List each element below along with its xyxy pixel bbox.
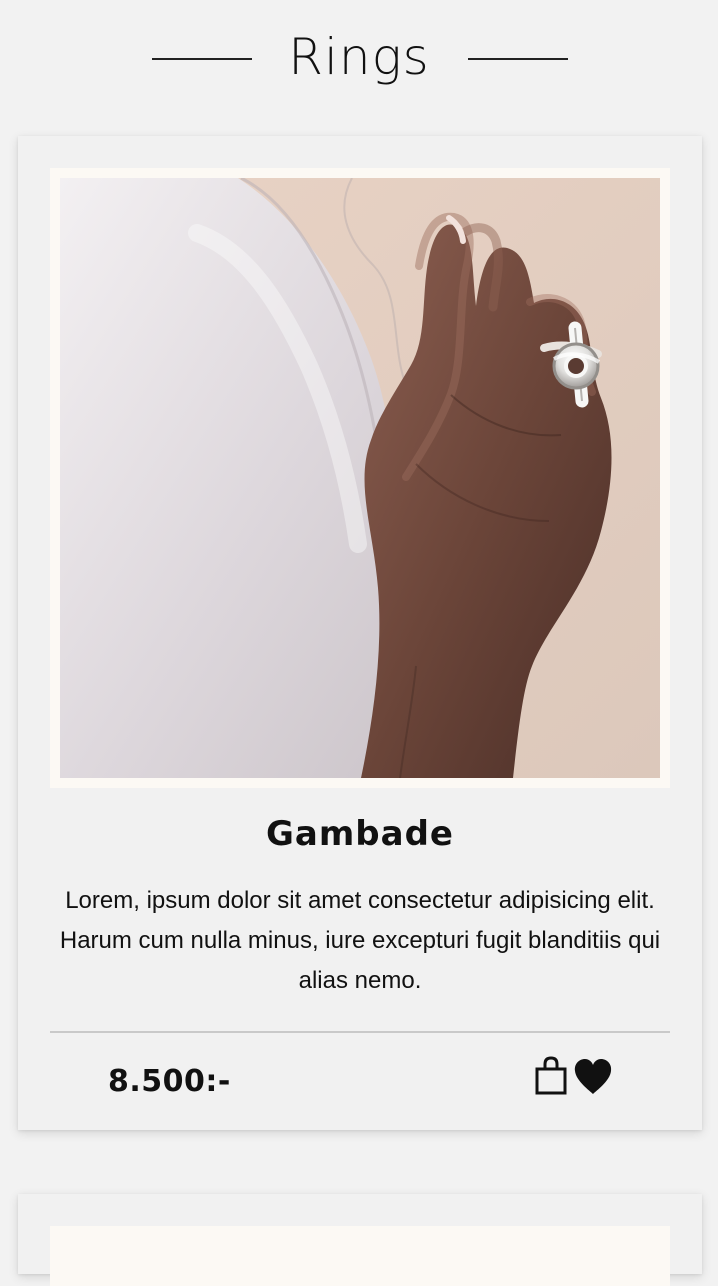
product-price: 8.500:- [108,1064,231,1099]
add-to-cart-button[interactable] [534,1056,570,1098]
favorite-button[interactable] [572,1056,614,1098]
section-title: Rings [288,28,430,86]
section-header: Rings [0,0,718,118]
product-image[interactable] [60,178,660,778]
title-line-right [468,58,568,60]
next-product-image-frame [50,1226,670,1286]
product-image-frame [50,168,670,788]
product-card: Gambade Lorem, ipsum dolor sit amet cons… [18,136,702,1130]
heart-icon [574,1059,612,1094]
card-divider [50,1031,670,1033]
product-name: Gambade [266,814,454,854]
product-description: Lorem, ipsum dolor sit amet consectetur … [59,887,661,994]
shopping-bag-icon [535,1056,567,1095]
next-product-card-partial [18,1194,702,1286]
